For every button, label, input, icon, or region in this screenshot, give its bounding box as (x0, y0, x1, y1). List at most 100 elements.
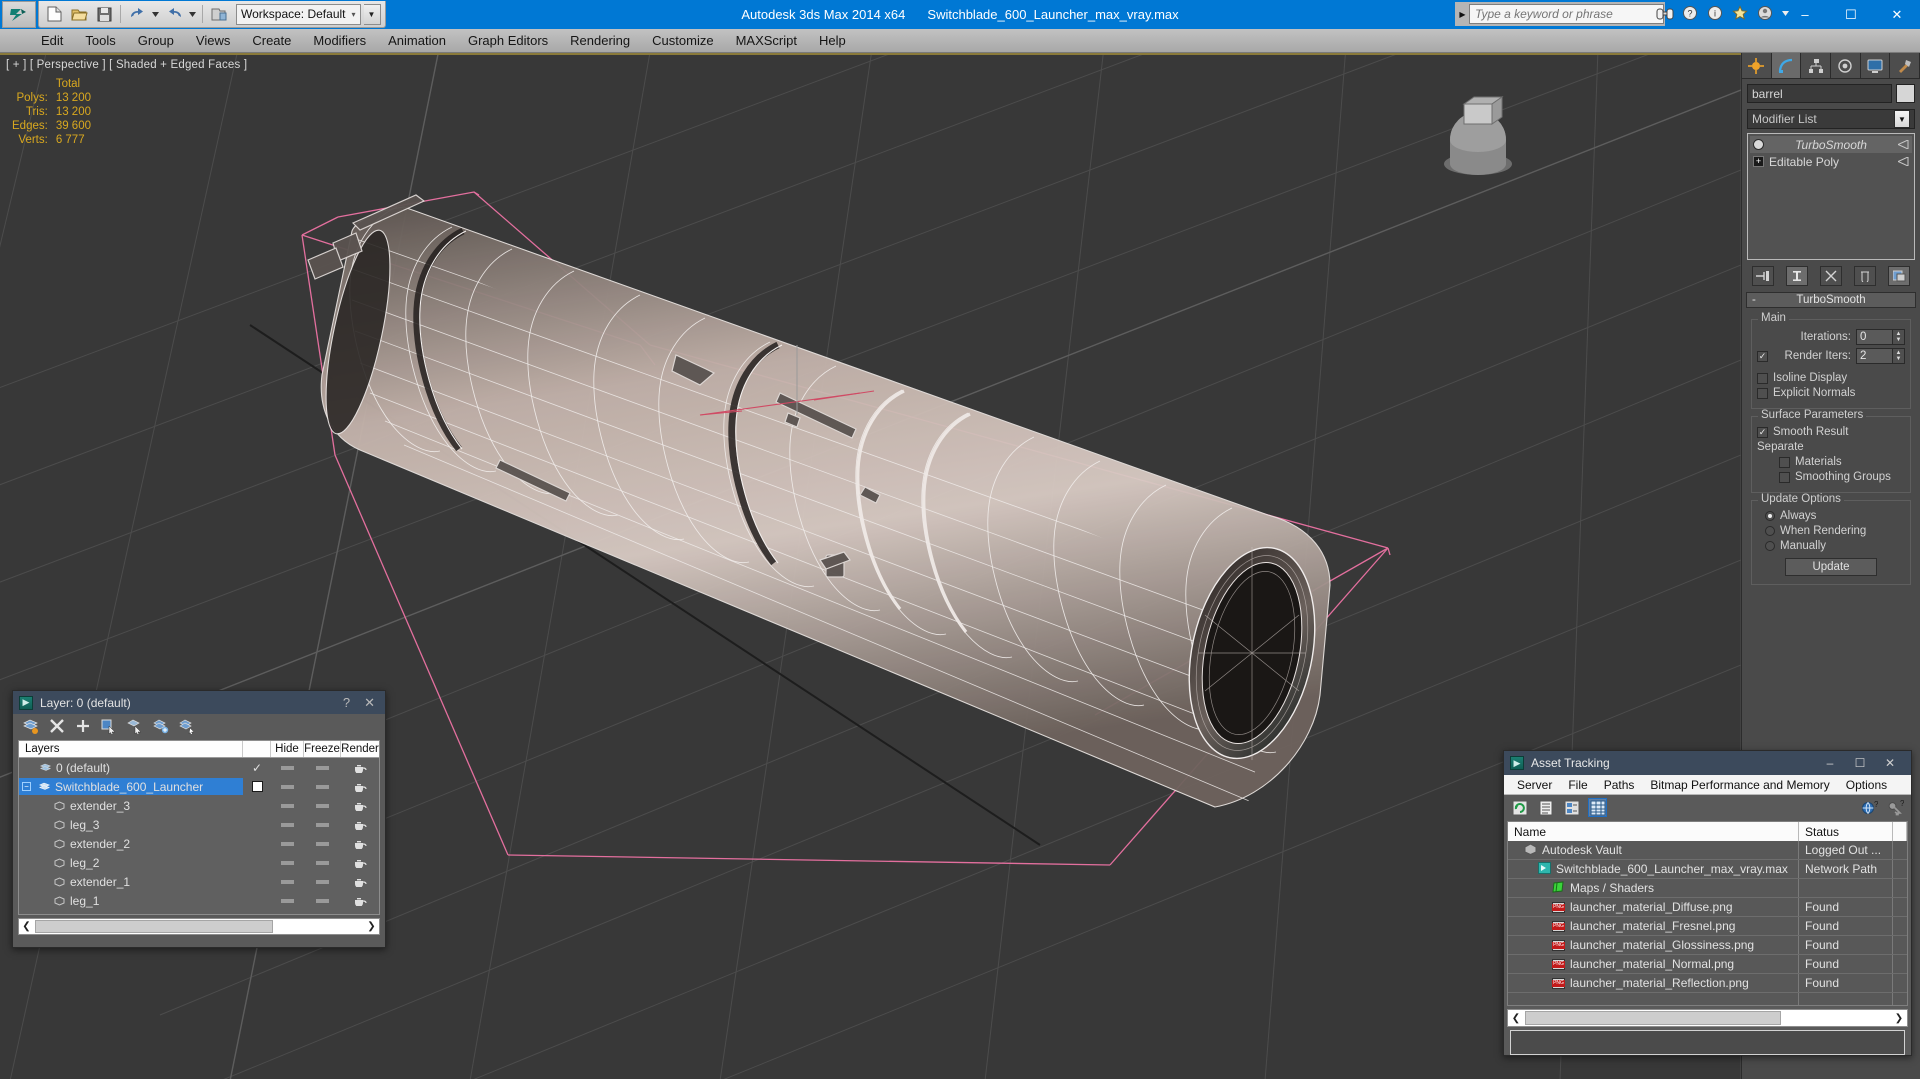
redo-icon[interactable] (163, 3, 185, 25)
remove-modifier-icon[interactable] (1854, 266, 1876, 286)
asset-minimize-button[interactable]: – (1815, 751, 1845, 775)
tab-utilities[interactable] (1890, 53, 1920, 78)
materials-row[interactable]: Materials (1757, 456, 1905, 468)
favorites-star-icon[interactable] (1730, 3, 1750, 23)
new-file-icon[interactable] (43, 3, 65, 25)
hide-toggle[interactable] (271, 860, 304, 865)
hide-toggle[interactable] (271, 822, 304, 827)
object-row[interactable]: leg_3 (19, 815, 379, 834)
add-selection-to-layer-icon[interactable] (152, 718, 169, 735)
object-row[interactable]: leg_1 (19, 891, 379, 910)
asset-row[interactable]: Switchblade_600_Launcher_max_vray.max Ne… (1508, 860, 1907, 879)
help-globe-icon[interactable]: ? (1860, 798, 1879, 817)
asset-row[interactable]: PNG launcher_material_Reflection.png Fou… (1508, 974, 1907, 993)
lightbulb-icon[interactable] (1753, 139, 1764, 150)
column-name[interactable]: Name (1508, 822, 1799, 841)
menu-views[interactable]: Views (185, 30, 241, 51)
column-status[interactable]: Status (1799, 822, 1893, 841)
expand-icon[interactable]: + (1753, 156, 1764, 167)
explicit-normals-row[interactable]: Explicit Normals (1757, 387, 1905, 399)
help-key-icon[interactable]: ? (1886, 798, 1905, 817)
create-new-layer-icon[interactable] (22, 718, 39, 735)
menu-help[interactable]: Help (808, 30, 857, 51)
render-toggle[interactable] (341, 820, 379, 830)
asset-row[interactable]: PNG launcher_material_Normal.png Found (1508, 955, 1907, 974)
asset-row-empty[interactable] (1508, 993, 1907, 1005)
column-freeze[interactable]: Freeze (304, 741, 341, 757)
hide-toggle[interactable] (271, 879, 304, 884)
smooth-result-checkbox[interactable]: ✓ (1757, 426, 1768, 438)
asset-maximize-button[interactable]: ☐ (1845, 751, 1875, 775)
menu-customize[interactable]: Customize (641, 30, 724, 51)
update-always-row[interactable]: Always (1757, 510, 1905, 522)
select-layer-by-object-icon[interactable] (178, 718, 195, 735)
rollout-header[interactable]: - TurboSmooth (1746, 292, 1916, 308)
scrollbar-thumb[interactable] (1525, 1011, 1781, 1025)
stack-item-turbosmooth[interactable]: TurboSmooth (1750, 136, 1912, 153)
update-when-rendering-row[interactable]: When Rendering (1757, 525, 1905, 537)
tab-create[interactable] (1742, 53, 1772, 78)
tab-hierarchy[interactable] (1801, 53, 1832, 78)
make-unique-icon[interactable] (1820, 266, 1842, 286)
select-objects-in-layer-icon[interactable] (100, 718, 117, 735)
smoothing-groups-row[interactable]: Smoothing Groups (1757, 471, 1905, 483)
freeze-toggle[interactable] (304, 822, 341, 827)
always-radio[interactable] (1765, 511, 1775, 521)
render-toggle[interactable] (341, 877, 379, 887)
asset-list[interactable]: Name Status Autodesk Vault Logged Out ..… (1507, 821, 1908, 1006)
asset-menu-bitmap[interactable]: Bitmap Performance and Memory (1642, 776, 1837, 794)
layer-row[interactable]: 0 (default) ✓ (19, 758, 379, 777)
object-row[interactable]: standv (19, 910, 379, 915)
close-button[interactable]: ✕ (1874, 0, 1920, 29)
info-icon[interactable]: i (1705, 3, 1725, 23)
menu-modifiers[interactable]: Modifiers (302, 30, 377, 51)
render-iters-spinner[interactable]: 2 ▲ ▼ (1856, 348, 1905, 364)
freeze-toggle[interactable] (304, 841, 341, 846)
show-end-result-icon[interactable] (1786, 266, 1808, 286)
asset-row[interactable]: Autodesk Vault Logged Out ... (1508, 841, 1907, 860)
dependency-view-icon[interactable] (1562, 798, 1581, 817)
asset-row[interactable]: PNG launcher_material_Diffuse.png Found (1508, 898, 1907, 917)
freeze-toggle[interactable] (304, 879, 341, 884)
iterations-value[interactable]: 0 (1856, 329, 1893, 345)
modifier-stack[interactable]: TurboSmooth + Editable Poly (1747, 133, 1915, 260)
render-iters-checkbox[interactable]: ✓ (1757, 350, 1768, 362)
object-color-swatch[interactable] (1896, 84, 1915, 103)
asset-row[interactable]: Maps / Shaders (1508, 879, 1907, 898)
render-toggle[interactable] (341, 915, 379, 916)
object-row[interactable]: extender_1 (19, 872, 379, 891)
isoline-display-checkbox[interactable] (1757, 372, 1768, 384)
scroll-left-icon[interactable]: ❮ (1508, 1013, 1524, 1024)
materials-checkbox[interactable] (1779, 456, 1790, 468)
explicit-normals-checkbox[interactable] (1757, 387, 1768, 399)
manually-radio[interactable] (1765, 541, 1775, 551)
freeze-toggle[interactable] (304, 803, 341, 808)
freeze-toggle[interactable] (304, 860, 341, 865)
asset-menu-server[interactable]: Server (1509, 776, 1560, 794)
sign-in-icon[interactable] (1755, 3, 1775, 23)
undo-icon[interactable] (126, 3, 148, 25)
workspace-selector[interactable]: Workspace: Default ▾ (236, 3, 361, 25)
freeze-toggle[interactable] (304, 765, 341, 770)
smooth-result-row[interactable]: ✓ Smooth Result (1757, 426, 1905, 438)
render-toggle[interactable] (341, 896, 379, 906)
asset-row[interactable]: PNG launcher_material_Glossiness.png Fou… (1508, 936, 1907, 955)
project-folder-icon[interactable] (208, 3, 230, 25)
scroll-left-icon[interactable]: ❮ (19, 921, 34, 932)
column-hide[interactable]: Hide (271, 741, 304, 757)
pin-stack-icon[interactable] (1752, 266, 1774, 286)
iterations-spinner-arrows[interactable]: ▲ ▼ (1893, 329, 1905, 345)
search-input[interactable] (1469, 4, 1664, 24)
rollout-collapse-icon[interactable]: - (1752, 294, 1756, 306)
tab-motion[interactable] (1831, 53, 1861, 78)
chevron-down-icon[interactable]: ▼ (1894, 110, 1910, 128)
delete-layer-icon[interactable] (48, 718, 65, 735)
viewport-label[interactable]: [ + ] [ Perspective ] [ Shaded + Edged F… (6, 59, 247, 71)
hide-toggle[interactable] (271, 803, 304, 808)
render-toggle[interactable] (341, 801, 379, 811)
open-file-icon[interactable] (68, 3, 90, 25)
asset-row[interactable]: PNG launcher_material_Fresnel.png Found (1508, 917, 1907, 936)
redo-dropdown-icon[interactable] (188, 3, 197, 25)
menu-edit[interactable]: Edit (30, 30, 74, 51)
object-name-field[interactable]: barrel (1747, 84, 1892, 103)
